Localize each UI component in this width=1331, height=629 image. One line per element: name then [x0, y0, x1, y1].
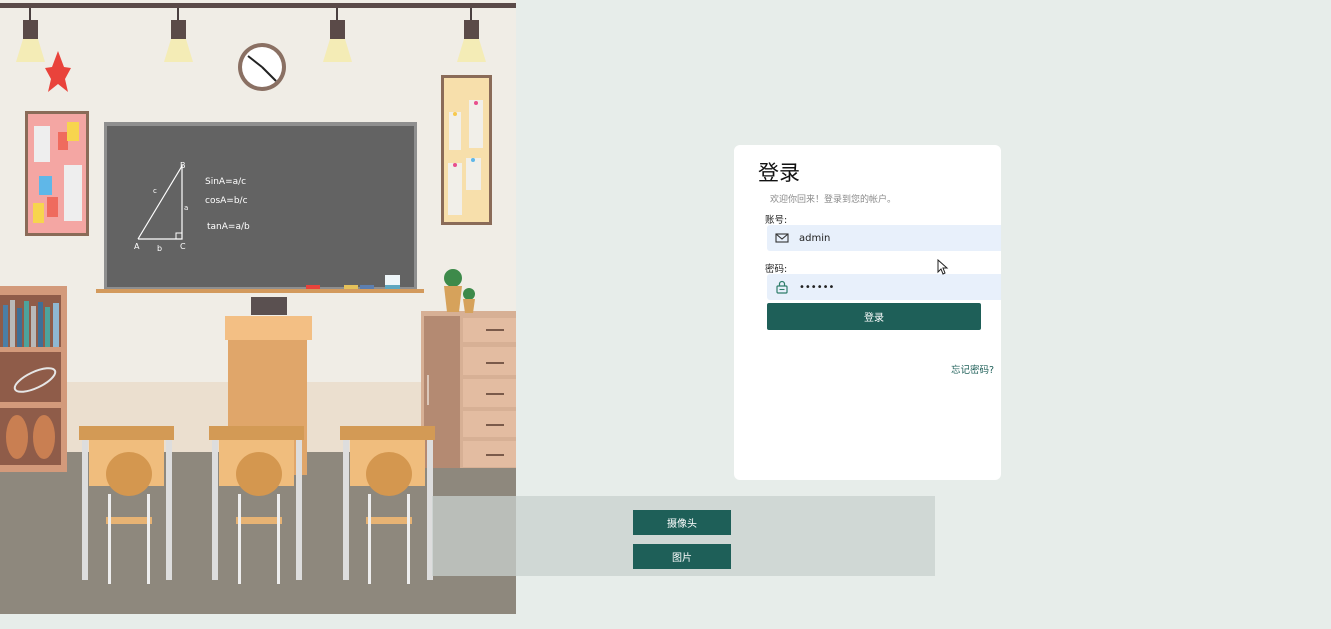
- account-label: 账号:: [765, 215, 788, 226]
- bulletin-board-right: [441, 75, 492, 225]
- bookshelf: [0, 286, 67, 472]
- login-title: 登录: [758, 161, 800, 185]
- account-field[interactable]: [767, 225, 1001, 251]
- cabinet: [421, 311, 516, 468]
- forgot-password-link[interactable]: 忘记密码?: [951, 362, 994, 376]
- svg-text:tanA=a/b: tanA=a/b: [207, 222, 250, 232]
- svg-text:b: b: [157, 244, 162, 253]
- mail-icon: [775, 233, 789, 243]
- mouse-cursor-icon: [937, 259, 949, 275]
- svg-text:B: B: [180, 161, 186, 170]
- account-input[interactable]: [799, 225, 999, 251]
- lock-icon: [776, 280, 788, 294]
- svg-text:c: c: [153, 187, 157, 195]
- svg-text:a: a: [184, 204, 188, 212]
- svg-text:A: A: [134, 242, 140, 251]
- password-field[interactable]: [767, 274, 1001, 300]
- svg-text:C: C: [180, 242, 186, 251]
- password-input[interactable]: [799, 274, 999, 300]
- chalkboard: A b C a c B SinA=a/c cosA=b/c tanA=a/b: [96, 122, 424, 293]
- svg-text:cosA=b/c: cosA=b/c: [205, 196, 248, 206]
- camera-button[interactable]: 摄像头: [633, 510, 731, 535]
- login-submit-button[interactable]: 登录: [767, 303, 981, 330]
- svg-text:SinA=a/c: SinA=a/c: [205, 177, 246, 187]
- password-label: 密码:: [765, 264, 788, 275]
- login-card: 登录 欢迎你回来！登录到您的帐户。 账号: 密码: 登录 忘记密码?: [734, 145, 1001, 480]
- wall-clock: [238, 43, 286, 91]
- login-subtitle: 欢迎你回来！登录到您的帐户。: [770, 195, 897, 205]
- image-button[interactable]: 图片: [633, 544, 731, 569]
- bulletin-board-left: [25, 111, 89, 236]
